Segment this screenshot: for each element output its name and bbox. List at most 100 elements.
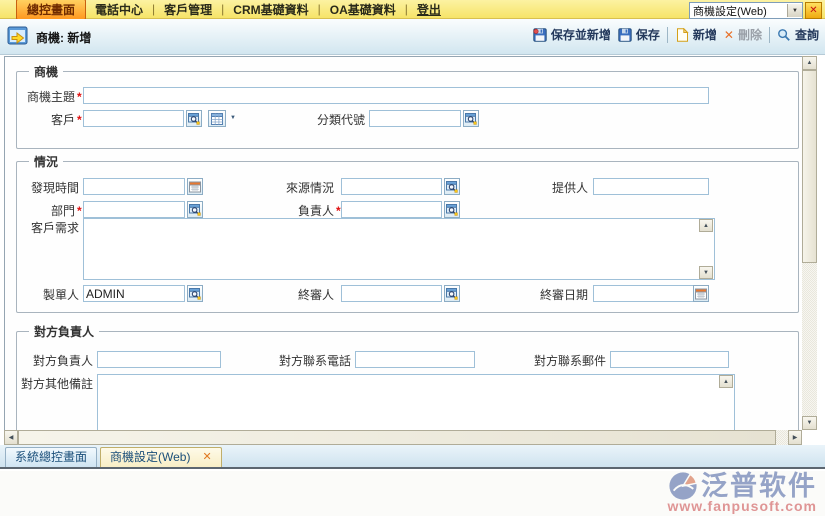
horizontal-scroll-thumb[interactable] [18, 430, 776, 445]
watermark-brand: 泛普软件 [701, 471, 817, 501]
scroll-up-button[interactable]: ▲ [699, 219, 713, 232]
final-approve-date-label: 終審日期 [485, 287, 588, 304]
source-lookup-button[interactable] [444, 178, 460, 195]
customer-input[interactable] [83, 110, 184, 127]
save-and-new-button[interactable]: 保存並新增 [533, 26, 611, 43]
counterpart-email-label: 對方聯系郵件 [500, 353, 606, 370]
calendar-icon [695, 288, 707, 300]
situation-legend: 情況 [29, 153, 63, 170]
toolbar-separator [769, 27, 770, 43]
tab-close-icon[interactable]: ✕ [202, 448, 211, 467]
customer-grid-button[interactable] [208, 110, 226, 127]
save-icon [618, 28, 632, 42]
lookup-icon [189, 204, 201, 216]
watermark-site: www.fanpusoft.com [668, 498, 817, 514]
menu-item-oa-basedata[interactable]: OA基礎資料 [330, 1, 396, 18]
fanpu-logo-icon [668, 471, 698, 501]
textarea-scrollbar: ▲ ▼ [699, 219, 714, 279]
menu-item-logout[interactable]: 登出 [417, 1, 441, 18]
menu-item-crm-basedata[interactable]: CRM基礎資料 [233, 1, 308, 18]
chevron-down-icon[interactable]: ▼ [787, 4, 802, 17]
required-mark: * [77, 203, 82, 220]
calendar-icon [189, 181, 201, 193]
provider-input[interactable] [593, 178, 709, 195]
lookup-icon [446, 181, 458, 193]
tab-opportunity-settings[interactable]: 商機設定(Web) ✕ [100, 447, 222, 467]
delete-label: 刪除 [738, 26, 762, 43]
query-button[interactable]: 查詢 [777, 26, 819, 43]
lookup-icon [446, 288, 458, 300]
scroll-left-button[interactable]: ◀ [4, 430, 18, 445]
query-label: 查詢 [795, 26, 819, 43]
final-approve-date-calendar-button[interactable] [693, 285, 709, 302]
discover-time-input[interactable] [83, 178, 185, 195]
required-mark: * [77, 89, 82, 106]
search-icon [777, 28, 791, 42]
vertical-scroll-thumb[interactable] [802, 70, 817, 263]
subject-label: 商機主題 [5, 89, 75, 106]
module-select[interactable]: 商機設定(Web) ▼ [689, 2, 803, 19]
creator-input[interactable] [83, 285, 185, 302]
menubar-close-button[interactable]: ✕ [805, 2, 822, 19]
department-label: 部門 [5, 203, 75, 220]
customer-label: 客戶 [5, 112, 75, 129]
save-button[interactable]: 保存 [618, 26, 660, 43]
owner-lookup-button[interactable] [444, 201, 460, 218]
source-input[interactable] [341, 178, 442, 195]
scroll-up-button[interactable]: ▲ [719, 375, 733, 388]
counterpart-phone-input[interactable] [355, 351, 475, 368]
delete-x-icon: ✕ [724, 28, 734, 42]
customer-needs-textarea[interactable]: ▲ ▼ [83, 218, 715, 280]
owner-input[interactable] [341, 201, 442, 218]
chevron-down-icon[interactable]: ▼ [230, 110, 236, 127]
vertical-scrollbar: ▲ ▼ [802, 56, 817, 430]
page-title: 商機: 新增 [36, 29, 91, 46]
lookup-icon [446, 204, 458, 216]
menu-item-call-center[interactable]: 電話中心 [95, 1, 143, 18]
department-input[interactable] [83, 201, 185, 218]
department-lookup-button[interactable] [187, 201, 203, 218]
counterpart-notes-label: 對方其他備註 [5, 376, 93, 393]
menu-item-customer-mgmt[interactable]: 客戶管理 [164, 1, 212, 18]
creator-lookup-button[interactable] [187, 285, 203, 302]
scroll-up-button[interactable]: ▲ [802, 56, 817, 70]
counterpart-person-label: 對方負責人 [5, 353, 93, 370]
final-approver-lookup-button[interactable] [444, 285, 460, 302]
delete-button[interactable]: ✕ 刪除 [724, 26, 762, 43]
tab-system-dashboard[interactable]: 系統總控畫面 [5, 447, 97, 467]
watermark: 泛普软件 www.fanpusoft.com [668, 471, 817, 514]
scroll-down-button[interactable]: ▼ [699, 266, 713, 279]
footer: 泛普软件 www.fanpusoft.com [0, 471, 825, 516]
save-new-icon [533, 28, 547, 42]
counterpart-email-input[interactable] [610, 351, 729, 368]
toolbar-separator [667, 27, 668, 43]
business-legend: 商機 [29, 63, 63, 80]
counterpart-person-input[interactable] [97, 351, 221, 368]
final-approver-label: 終審人 [231, 287, 334, 304]
customer-lookup-button[interactable] [186, 110, 202, 127]
module-select-value: 商機設定(Web) [690, 3, 787, 19]
final-approver-input[interactable] [341, 285, 442, 302]
final-approve-date-input[interactable] [593, 285, 709, 302]
new-label: 新增 [693, 26, 717, 43]
counterpart-legend: 對方負責人 [29, 323, 99, 340]
discover-time-calendar-button[interactable] [187, 178, 203, 195]
save-and-new-label: 保存並新增 [551, 26, 611, 43]
menu-item-dashboard[interactable]: 總控畫面 [16, 0, 86, 20]
lookup-icon [189, 288, 201, 300]
lookup-icon [188, 113, 200, 125]
category-code-input[interactable] [369, 110, 461, 127]
scroll-down-button[interactable]: ▼ [802, 416, 817, 430]
scroll-right-button[interactable]: ▶ [788, 430, 802, 445]
menu-separator [318, 2, 321, 16]
toolbar: 保存並新增 保存 新增 ✕ 刪除 查詢 [533, 26, 819, 43]
counterpart-notes-textarea[interactable]: ▲ ▼ [97, 374, 735, 431]
subject-input[interactable] [83, 87, 709, 104]
form-area: 商機 商機主題 * 客戶 * ▼ 分類代號 情況 發現時間 來源情況 [4, 56, 803, 431]
source-label: 來源情況 [231, 180, 334, 197]
category-lookup-button[interactable] [463, 110, 479, 127]
category-code-label: 分類代號 [255, 112, 365, 129]
tab-label: 商機設定(Web) [110, 448, 190, 467]
menu-separator [152, 2, 155, 16]
new-button[interactable]: 新增 [675, 26, 717, 43]
